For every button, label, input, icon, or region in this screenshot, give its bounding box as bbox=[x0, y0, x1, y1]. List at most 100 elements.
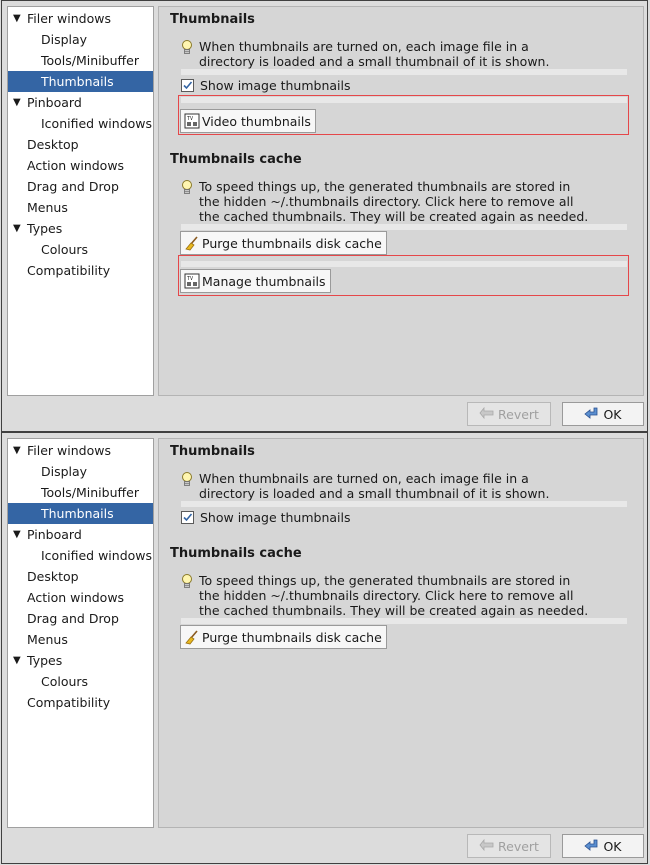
sidebar-tree[interactable]: ▼ Filer windows Display Tools/Minibuffer… bbox=[7, 438, 154, 828]
expander-triangle-icon[interactable]: ▼ bbox=[13, 524, 21, 545]
sidebar-item-label: Drag and Drop bbox=[27, 611, 119, 626]
expander-triangle-icon[interactable]: ▼ bbox=[13, 440, 21, 461]
separator bbox=[181, 501, 627, 507]
ok-button[interactable]: OK bbox=[562, 834, 644, 858]
hint-line: To speed things up, the generated thumbn… bbox=[199, 573, 571, 588]
button-label: Revert bbox=[498, 838, 539, 854]
expander-triangle-icon[interactable]: ▼ bbox=[13, 218, 21, 239]
svg-text:TV: TV bbox=[187, 276, 193, 282]
sidebar-item-compatibility[interactable]: Compatibility bbox=[8, 260, 153, 281]
sidebar-item-compatibility[interactable]: Compatibility bbox=[8, 692, 153, 713]
sidebar-item-label: Drag and Drop bbox=[27, 179, 119, 194]
video-thumbnails-button[interactable]: TV Video thumbnails bbox=[180, 109, 316, 133]
section-title-thumbnails-cache: Thumbnails cache bbox=[170, 546, 302, 561]
sidebar-item-tools-minibuffer[interactable]: Tools/Minibuffer bbox=[8, 50, 153, 71]
sidebar-item-display[interactable]: Display bbox=[8, 461, 153, 482]
sidebar-item-label: Tools/Minibuffer bbox=[41, 485, 139, 500]
button-label: Revert bbox=[498, 406, 539, 422]
broom-icon bbox=[185, 236, 198, 251]
revert-button[interactable]: Revert bbox=[467, 402, 551, 426]
hint-line: the cached thumbnails. They will be crea… bbox=[199, 209, 589, 224]
sidebar-tree[interactable]: ▼ Filer windows Display Tools/Minibuffer… bbox=[7, 6, 154, 396]
settings-content: Thumbnails When thumbnails are turned on… bbox=[158, 6, 644, 396]
hint-line: the hidden ~/.thumbnails directory. Clic… bbox=[199, 194, 574, 209]
sidebar-item-colours[interactable]: Colours bbox=[8, 239, 153, 260]
sidebar-item-filer-windows[interactable]: ▼ Filer windows bbox=[8, 8, 153, 29]
sidebar-item-label: Filer windows bbox=[27, 443, 111, 458]
section-title-thumbnails: Thumbnails bbox=[170, 444, 255, 459]
hint-line: the cached thumbnails. They will be crea… bbox=[199, 603, 589, 618]
sidebar-item-types[interactable]: ▼ Types bbox=[8, 650, 153, 671]
sidebar-item-iconified-windows[interactable]: Iconified windows bbox=[8, 545, 153, 566]
sidebar-item-iconified-windows[interactable]: Iconified windows bbox=[8, 113, 153, 134]
checkbox-box[interactable] bbox=[181, 79, 194, 92]
button-label: Purge thumbnails disk cache bbox=[202, 629, 382, 645]
purge-thumbnails-button[interactable]: Purge thumbnails disk cache bbox=[180, 231, 387, 255]
lightbulb-icon bbox=[182, 472, 192, 486]
sidebar-item-filer-windows[interactable]: ▼ Filer windows bbox=[8, 440, 153, 461]
expander-triangle-icon[interactable]: ▼ bbox=[13, 92, 21, 113]
cache-hint: To speed things up, the generated thumbn… bbox=[199, 573, 639, 618]
lightbulb-icon bbox=[182, 574, 192, 588]
lightbulb-icon bbox=[182, 180, 192, 194]
expander-triangle-icon[interactable]: ▼ bbox=[13, 8, 21, 29]
hint-line: directory is loaded and a small thumbnai… bbox=[199, 54, 550, 69]
sidebar-item-menus[interactable]: Menus bbox=[8, 197, 153, 218]
settings-content: Thumbnails When thumbnails are turned on… bbox=[158, 438, 644, 828]
sidebar-item-thumbnails[interactable]: Thumbnails bbox=[8, 503, 153, 524]
button-label: OK bbox=[603, 838, 622, 854]
sidebar-item-desktop[interactable]: Desktop bbox=[8, 134, 153, 155]
sidebar-item-label: Action windows bbox=[27, 590, 125, 605]
manage-thumbnails-button[interactable]: TV Manage thumbnails bbox=[180, 269, 331, 293]
sidebar-item-action-windows[interactable]: Action windows bbox=[8, 155, 153, 176]
button-label: Video thumbnails bbox=[202, 113, 311, 129]
checkbox-label: Show image thumbnails bbox=[200, 78, 351, 93]
sidebar-item-label: Thumbnails bbox=[41, 74, 114, 89]
thumbnails-manager-icon: TV bbox=[184, 273, 200, 289]
svg-text:TV: TV bbox=[187, 116, 193, 122]
video-thumbnail-icon: TV bbox=[184, 113, 200, 129]
hint-line: When thumbnails are turned on, each imag… bbox=[199, 471, 529, 486]
sidebar-item-drag-and-drop[interactable]: Drag and Drop bbox=[8, 608, 153, 629]
sidebar-item-pinboard[interactable]: ▼ Pinboard bbox=[8, 524, 153, 545]
sidebar-item-display[interactable]: Display bbox=[8, 29, 153, 50]
sidebar-item-label: Iconified windows bbox=[41, 116, 153, 131]
sidebar-item-label: Colours bbox=[41, 242, 89, 257]
hint-line: the hidden ~/.thumbnails directory. Clic… bbox=[199, 588, 574, 603]
sidebar-item-menus[interactable]: Menus bbox=[8, 629, 153, 650]
section-title-thumbnails: Thumbnails bbox=[170, 12, 255, 27]
sidebar-item-drag-and-drop[interactable]: Drag and Drop bbox=[8, 176, 153, 197]
sidebar-item-pinboard[interactable]: ▼ Pinboard bbox=[8, 92, 153, 113]
separator bbox=[181, 224, 627, 230]
ok-button[interactable]: OK bbox=[562, 402, 644, 426]
checkmark-icon bbox=[183, 81, 193, 90]
expander-triangle-icon[interactable]: ▼ bbox=[13, 650, 21, 671]
sidebar-item-action-windows[interactable]: Action windows bbox=[8, 587, 153, 608]
purge-thumbnails-button[interactable]: Purge thumbnails disk cache bbox=[180, 625, 387, 649]
hint-line: When thumbnails are turned on, each imag… bbox=[199, 39, 529, 54]
section-title-thumbnails-cache: Thumbnails cache bbox=[170, 152, 302, 167]
checkmark-icon bbox=[183, 513, 193, 522]
thumbnails-hint: When thumbnails are turned on, each imag… bbox=[199, 471, 639, 501]
sidebar-item-label: Iconified windows bbox=[41, 548, 153, 563]
sidebar-item-label: Menus bbox=[27, 200, 68, 215]
sidebar-item-label: Pinboard bbox=[27, 95, 82, 110]
sidebar-item-label: Pinboard bbox=[27, 527, 82, 542]
sidebar-item-label: Display bbox=[41, 32, 88, 47]
sidebar-item-colours[interactable]: Colours bbox=[8, 671, 153, 692]
sidebar-item-tools-minibuffer[interactable]: Tools/Minibuffer bbox=[8, 482, 153, 503]
sidebar-item-label: Action windows bbox=[27, 158, 125, 173]
lightbulb-icon bbox=[182, 40, 192, 54]
sidebar-item-types[interactable]: ▼ Types bbox=[8, 218, 153, 239]
separator bbox=[181, 618, 627, 624]
sidebar-item-label: Thumbnails bbox=[41, 506, 114, 521]
sidebar-item-desktop[interactable]: Desktop bbox=[8, 566, 153, 587]
sidebar-item-label: Desktop bbox=[27, 137, 79, 152]
sidebar-item-label: Tools/Minibuffer bbox=[41, 53, 139, 68]
preferences-window-bottom: ▼ Filer windows Display Tools/Minibuffer… bbox=[1, 432, 648, 864]
revert-button[interactable]: Revert bbox=[467, 834, 551, 858]
button-label: Purge thumbnails disk cache bbox=[202, 235, 382, 251]
checkbox-box[interactable] bbox=[181, 511, 194, 524]
checkbox-label: Show image thumbnails bbox=[200, 510, 351, 525]
sidebar-item-thumbnails[interactable]: Thumbnails bbox=[8, 71, 153, 92]
